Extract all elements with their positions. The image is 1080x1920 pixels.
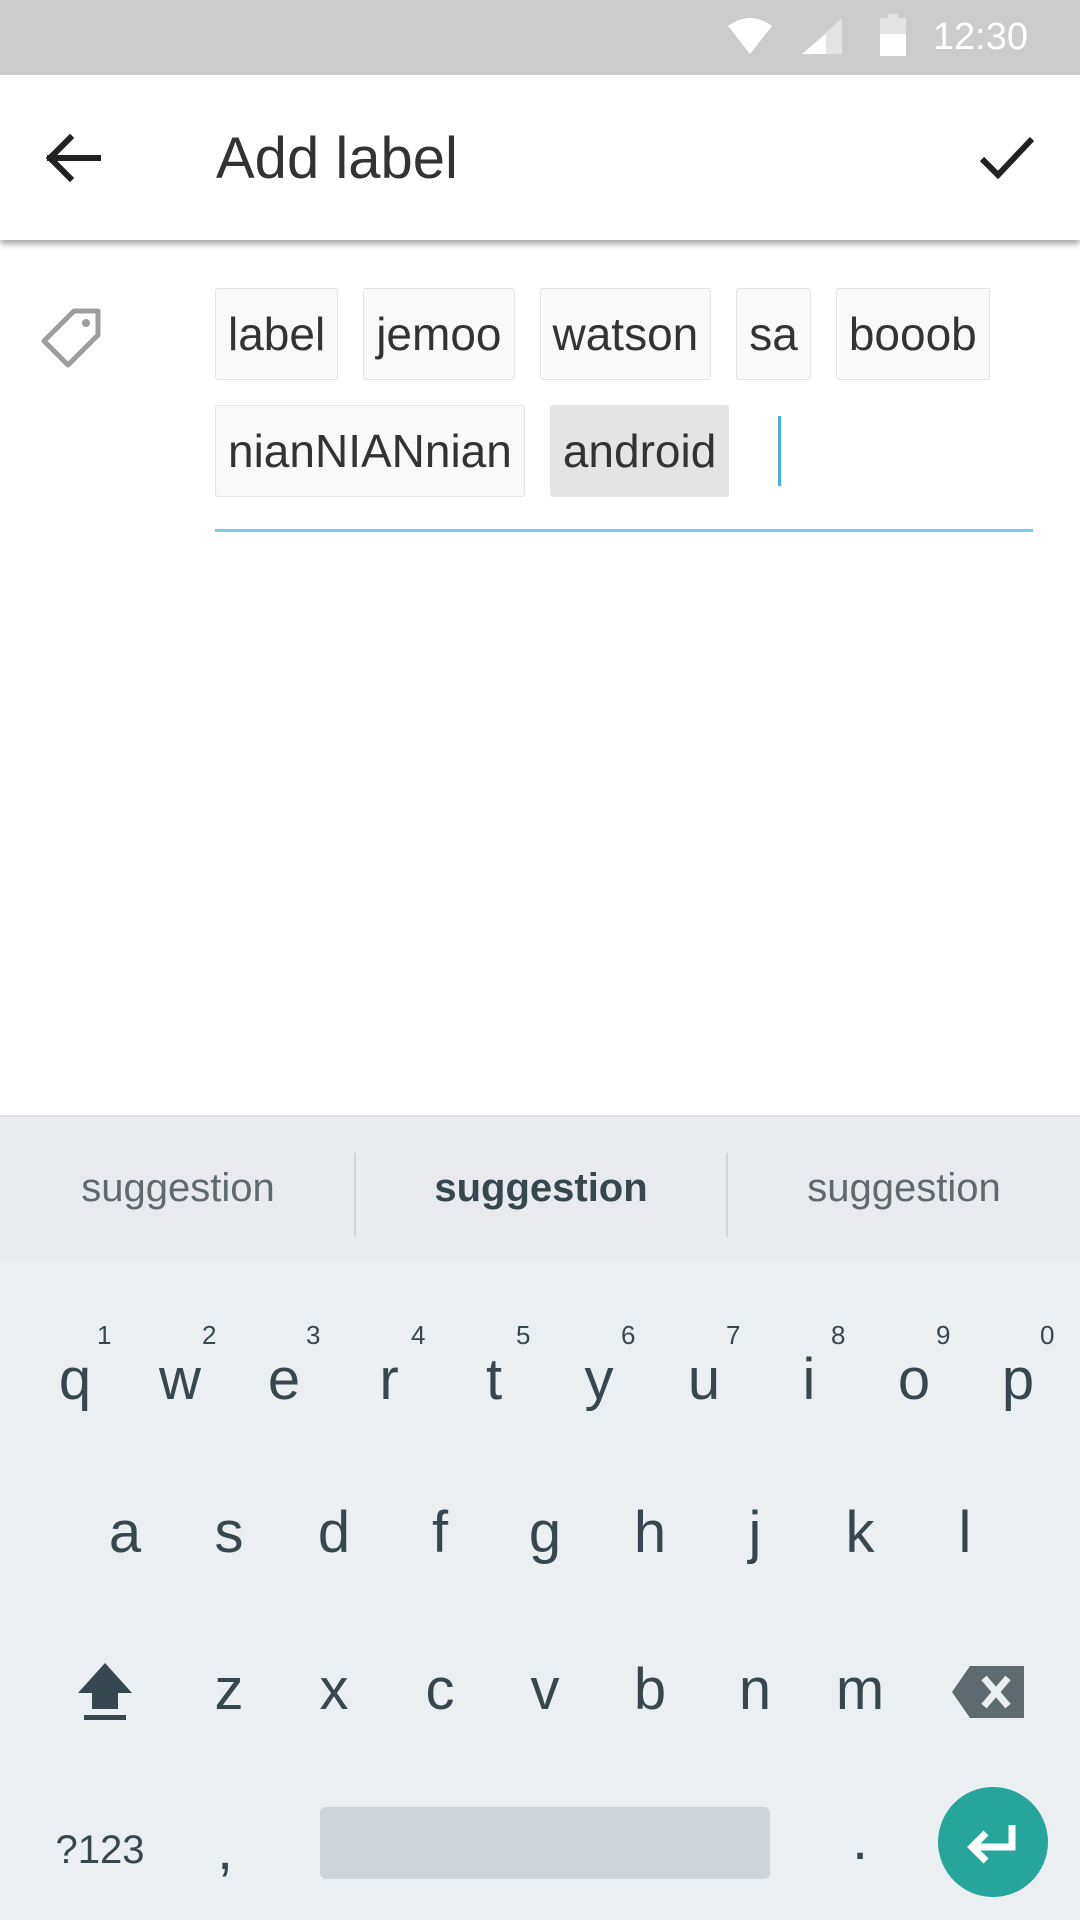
suggestion-bar: suggestion suggestion suggestion — [0, 1115, 1080, 1260]
app-toolbar: Add label — [0, 75, 1080, 240]
key-j[interactable]: j — [705, 1493, 805, 1573]
label-chips-field[interactable]: label jemoo watson sa booob nianNIANnian andro… — [215, 288, 1033, 497]
status-time: 12:30 — [932, 16, 1028, 58]
suggestion-left[interactable]: suggestion — [0, 1117, 356, 1260]
key-v[interactable]: v — [495, 1650, 595, 1730]
key-t[interactable]: t — [444, 1340, 544, 1420]
key-number-hint: 2 — [202, 1320, 217, 1350]
symbols-key[interactable]: ?123 — [30, 1820, 170, 1880]
backspace-key[interactable] — [950, 1660, 1030, 1724]
confirm-button[interactable] — [972, 123, 1042, 193]
key-n[interactable]: n — [705, 1650, 805, 1730]
back-button[interactable] — [38, 123, 108, 193]
key-f[interactable]: f — [390, 1493, 490, 1573]
key-c[interactable]: c — [390, 1650, 490, 1730]
key-number-hint: 4 — [411, 1320, 426, 1350]
status-bar: 12:30 — [0, 0, 1080, 75]
label-chip[interactable]: nianNIANnian — [215, 405, 525, 497]
cell-signal-icon — [802, 18, 842, 54]
suggestion-right[interactable]: suggestion — [728, 1117, 1080, 1260]
key-l[interactable]: l — [915, 1493, 1015, 1573]
key-q[interactable]: q — [25, 1340, 125, 1420]
shift-key[interactable] — [70, 1655, 140, 1725]
period-key[interactable]: . — [820, 1805, 900, 1875]
key-s[interactable]: s — [179, 1493, 279, 1573]
key-w[interactable]: w — [130, 1340, 230, 1420]
backspace-icon — [952, 1666, 1024, 1718]
key-number-hint: 7 — [726, 1320, 741, 1350]
key-g[interactable]: g — [495, 1493, 595, 1573]
check-icon — [979, 136, 1035, 180]
label-chip[interactable]: android — [549, 405, 730, 497]
back-arrow-icon — [45, 133, 101, 183]
key-e[interactable]: e — [234, 1340, 334, 1420]
key-number-hint: 8 — [831, 1320, 846, 1350]
key-d[interactable]: d — [284, 1493, 384, 1573]
wifi-icon — [728, 18, 772, 54]
enter-icon — [967, 1825, 1016, 1864]
key-x[interactable]: x — [284, 1650, 384, 1730]
key-number-hint: 9 — [936, 1320, 951, 1350]
key-number-hint: 1 — [97, 1320, 112, 1350]
key-h[interactable]: h — [600, 1493, 700, 1573]
shift-icon — [78, 1663, 132, 1720]
suggestion-center[interactable]: suggestion — [356, 1117, 726, 1260]
key-r[interactable]: r — [339, 1340, 439, 1420]
key-m[interactable]: m — [810, 1650, 910, 1730]
input-underline — [215, 529, 1033, 532]
enter-key[interactable] — [938, 1787, 1048, 1897]
key-y[interactable]: y — [549, 1340, 649, 1420]
key-p[interactable]: p — [968, 1340, 1068, 1420]
label-tag-icon — [41, 308, 101, 368]
key-a[interactable]: a — [75, 1493, 175, 1573]
key-k[interactable]: k — [810, 1493, 910, 1573]
text-cursor — [778, 416, 782, 486]
battery-icon — [880, 14, 906, 56]
space-key[interactable] — [320, 1807, 770, 1879]
key-b[interactable]: b — [600, 1650, 700, 1730]
label-chip[interactable]: watson — [539, 288, 712, 380]
key-u[interactable]: u — [654, 1340, 754, 1420]
label-chip[interactable]: jemoo — [363, 288, 515, 380]
page-title: Add label — [216, 126, 458, 191]
label-chip[interactable]: label — [215, 288, 339, 380]
key-number-hint: 3 — [306, 1320, 321, 1350]
key-number-hint: 6 — [621, 1320, 636, 1350]
key-z[interactable]: z — [179, 1650, 279, 1730]
comma-key[interactable]: , — [185, 1815, 265, 1885]
label-chip[interactable]: sa — [736, 288, 811, 380]
label-chip[interactable]: booob — [835, 288, 990, 380]
key-number-hint: 5 — [516, 1320, 531, 1350]
key-i[interactable]: i — [759, 1340, 859, 1420]
key-number-hint: 0 — [1040, 1320, 1055, 1350]
key-o[interactable]: o — [864, 1340, 964, 1420]
